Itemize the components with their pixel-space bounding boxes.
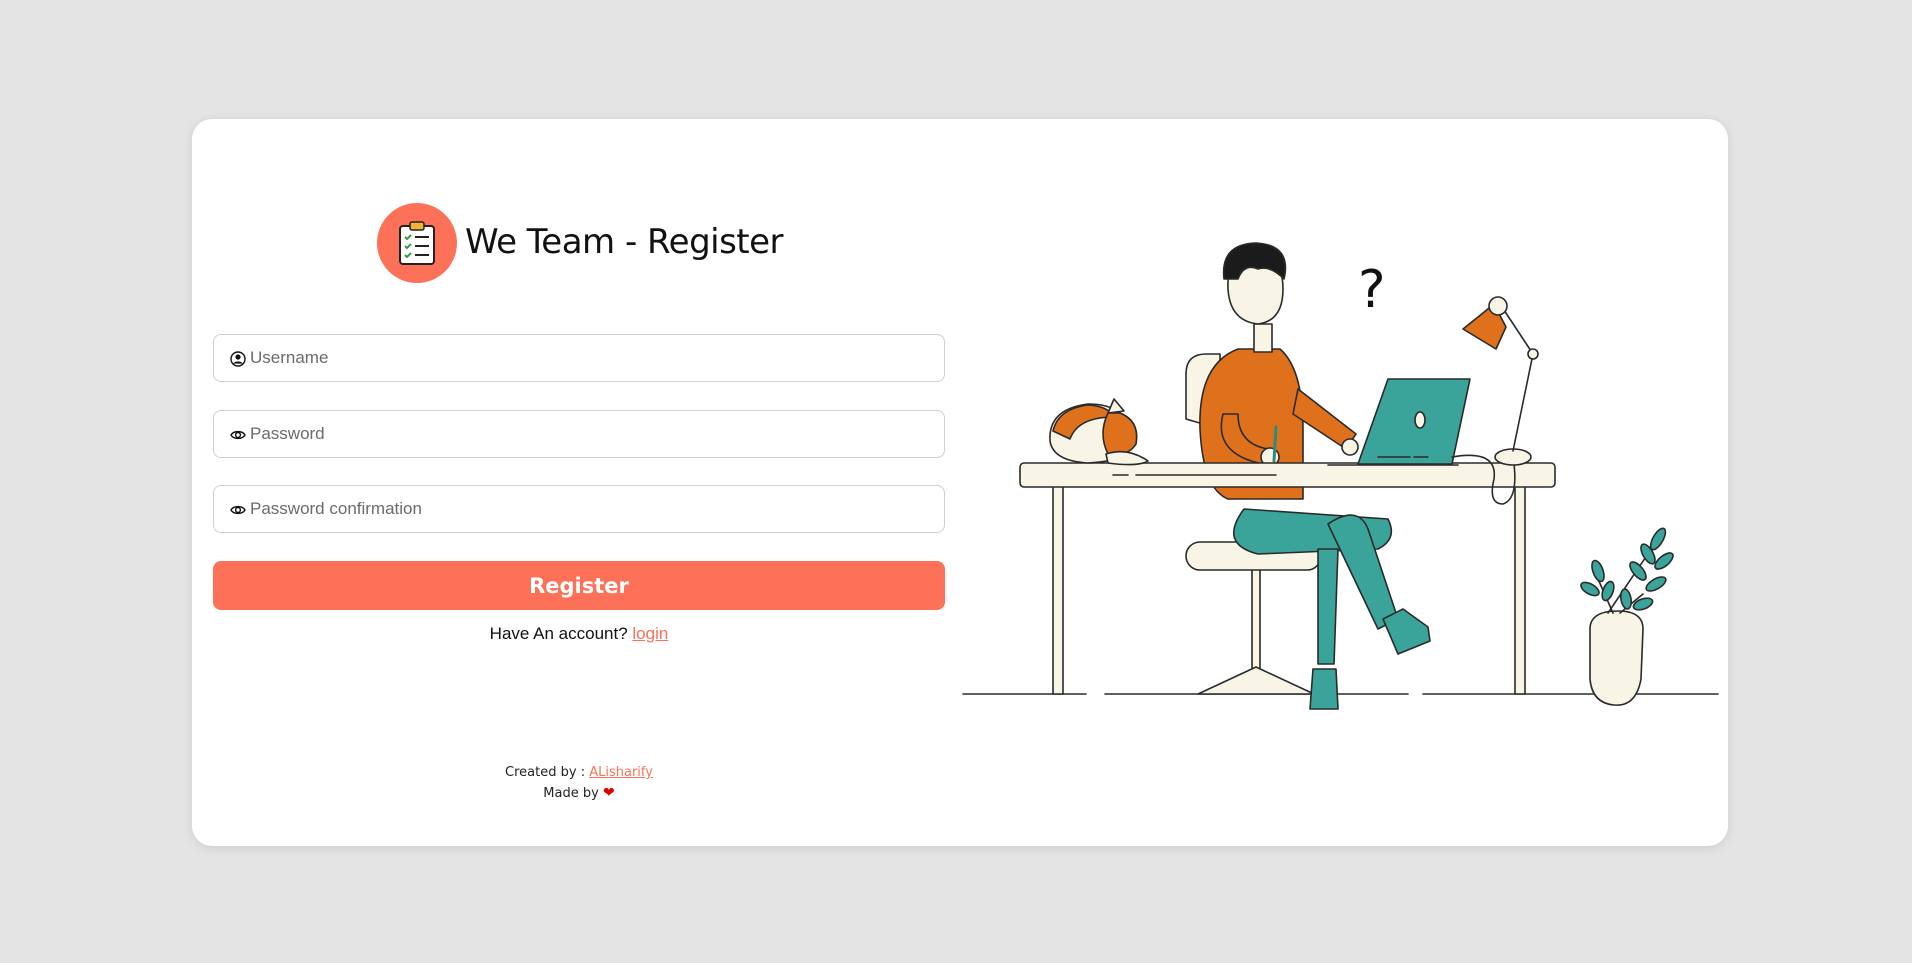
heart-icon: ❤: [602, 785, 615, 801]
made-by-line: Made by ❤: [213, 783, 945, 804]
svg-text:?: ?: [1358, 260, 1386, 320]
register-button[interactable]: Register: [213, 561, 945, 610]
created-by-line: Created by : ALisharify: [213, 763, 945, 783]
have-account-prompt: Have An account? login: [213, 624, 945, 644]
login-link[interactable]: login: [632, 624, 668, 643]
eye-icon[interactable]: [230, 427, 246, 443]
author-link[interactable]: ALisharify: [589, 765, 653, 780]
password-field[interactable]: [213, 410, 945, 458]
workspace-illustration: ?: [962, 242, 1719, 710]
password-confirmation-input[interactable]: [250, 486, 930, 532]
password-confirmation-field[interactable]: [213, 485, 945, 533]
eye-icon[interactable]: [230, 502, 246, 518]
footer-credits: Created by : ALisharify Made by ❤: [213, 763, 945, 804]
register-card: We Team - Register Username Register Hav…: [192, 119, 1728, 846]
user-circle-icon: [230, 351, 246, 367]
brand-header: We Team - Register: [213, 202, 947, 284]
register-form-panel: We Team - Register Username Register Hav…: [213, 119, 947, 846]
made-by-label: Made by: [543, 786, 599, 801]
page-title: We Team - Register: [464, 222, 784, 262]
clipboard-checklist-icon: [376, 203, 457, 283]
username-input[interactable]: [250, 335, 930, 381]
have-account-text: Have An account?: [489, 624, 628, 643]
created-by-label: Created by :: [505, 765, 586, 780]
password-input[interactable]: [250, 411, 930, 457]
username-field[interactable]: [213, 334, 945, 382]
